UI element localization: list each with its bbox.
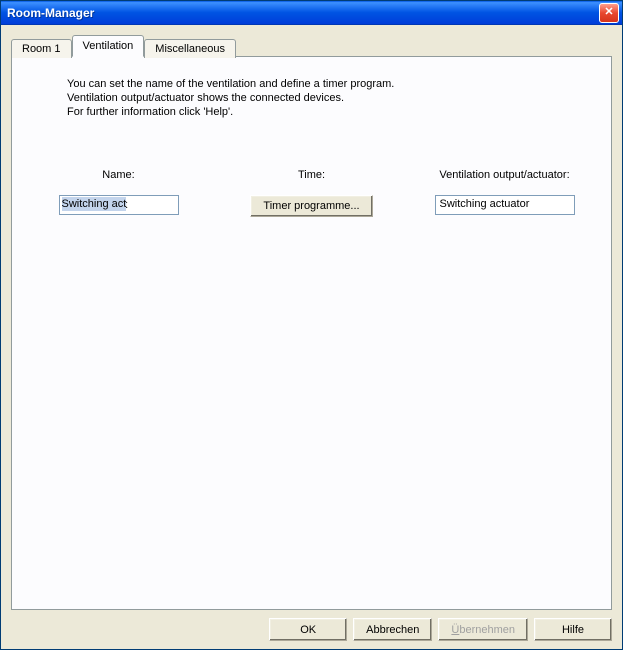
- button-label: Hilfe: [562, 624, 584, 636]
- button-label: OK: [300, 624, 316, 636]
- col-time: Time: Timer programme...: [225, 169, 398, 217]
- col-output: Ventilation output/actuator: Switching a…: [418, 169, 591, 217]
- description-text: You can set the name of the ventilation …: [67, 77, 591, 119]
- output-value: Switching actuator: [440, 198, 530, 210]
- tab-label: Ventilation: [83, 40, 134, 52]
- tab-room1[interactable]: Room 1: [11, 39, 72, 58]
- close-icon[interactable]: ✕: [599, 3, 619, 23]
- tab-label: Miscellaneous: [155, 43, 225, 55]
- name-input-wrap: Switching act: [59, 195, 179, 215]
- tab-miscellaneous[interactable]: Miscellaneous: [144, 39, 236, 58]
- field-columns: Name: Switching act Time: Timer programm…: [32, 169, 591, 217]
- tab-panel-ventilation: You can set the name of the ventilation …: [11, 56, 612, 610]
- ok-button[interactable]: OK: [269, 618, 347, 641]
- tab-ventilation[interactable]: Ventilation: [72, 35, 145, 57]
- window-title: Room-Manager: [7, 6, 599, 20]
- apply-button[interactable]: Übernehmen: [438, 618, 528, 641]
- name-input[interactable]: [59, 195, 179, 215]
- desc-line-2: Ventilation output/actuator shows the co…: [67, 91, 591, 105]
- desc-line-1: You can set the name of the ventilation …: [67, 77, 591, 91]
- button-label: Übernehmen: [451, 624, 515, 636]
- titlebar[interactable]: Room-Manager ✕: [1, 1, 622, 25]
- button-label: Timer programme...: [263, 200, 359, 212]
- dialog-buttons: OK Abbrechen Übernehmen Hilfe: [11, 610, 612, 641]
- help-button[interactable]: Hilfe: [534, 618, 612, 641]
- timer-programme-button[interactable]: Timer programme...: [250, 195, 372, 217]
- tab-strip: Room 1 Ventilation Miscellaneous: [11, 35, 612, 57]
- name-label: Name:: [32, 169, 205, 181]
- room-manager-window: Room-Manager ✕ Room 1 Ventilation Miscel…: [0, 0, 623, 650]
- cancel-button[interactable]: Abbrechen: [353, 618, 432, 641]
- output-field: Switching actuator: [435, 195, 575, 215]
- button-label: Abbrechen: [366, 624, 419, 636]
- output-label: Ventilation output/actuator:: [418, 169, 591, 181]
- col-name: Name: Switching act: [32, 169, 205, 217]
- time-label: Time:: [225, 169, 398, 181]
- tab-label: Room 1: [22, 43, 61, 55]
- desc-line-3: For further information click 'Help'.: [67, 105, 591, 119]
- client-area: Room 1 Ventilation Miscellaneous You can…: [1, 25, 622, 649]
